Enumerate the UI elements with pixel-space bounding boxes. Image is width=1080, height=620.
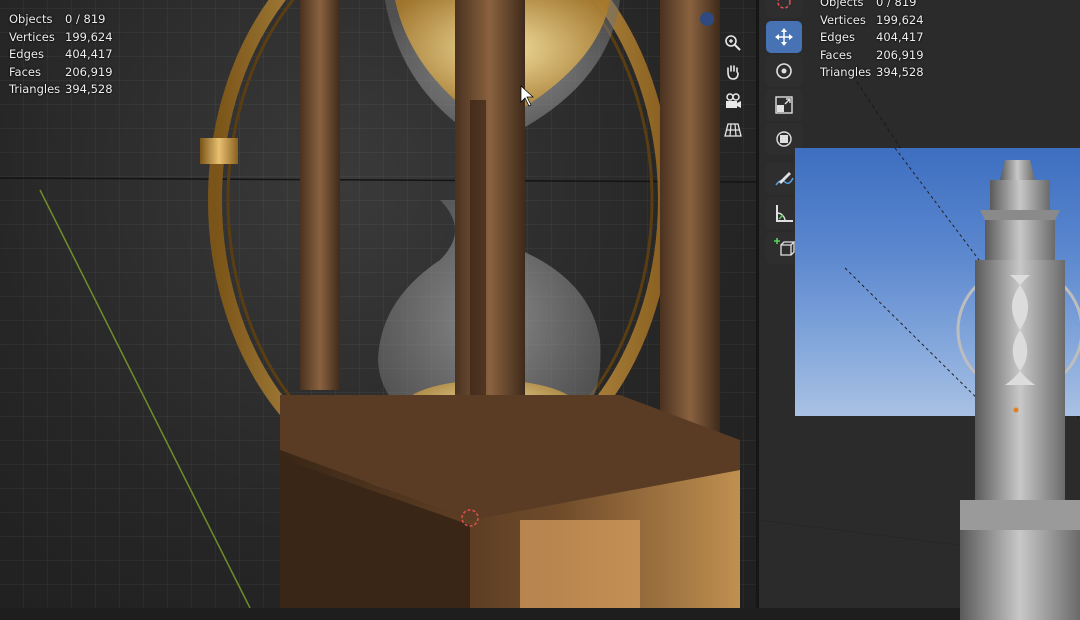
main-3d-viewport[interactable]: Objects 0 / 819 Vertices 199,624 Edges 404,… bbox=[0, 0, 756, 608]
stat-row-faces: Faces 206,919 bbox=[9, 64, 113, 79]
zoom-icon[interactable] bbox=[721, 31, 745, 55]
stat-row-triangles: Triangles 394,528 bbox=[820, 65, 924, 79]
hourglass-tower-render bbox=[0, 0, 756, 608]
stat-row-edges: Edges 404,417 bbox=[820, 30, 924, 44]
stat-row-edges: Edges 404,417 bbox=[9, 47, 113, 61]
hand-pan-icon[interactable] bbox=[721, 60, 745, 84]
scale-icon[interactable] bbox=[766, 89, 802, 121]
grid-view-icon[interactable] bbox=[721, 118, 745, 142]
axis-gizmo-dot[interactable] bbox=[700, 12, 714, 26]
stat-row-vertices: Vertices 199,624 bbox=[9, 29, 113, 44]
rotate-icon[interactable] bbox=[766, 55, 802, 87]
stat-row-objects: Objects 0 / 819 bbox=[820, 0, 917, 9]
stat-row-objects: Objects 0 / 819 bbox=[9, 12, 106, 26]
stat-row-faces: Faces 206,919 bbox=[820, 47, 924, 62]
tower-model-preview bbox=[956, 160, 1080, 620]
secondary-scene-stats-overlay: Objects 0 / 819 Vertices 199,624 Edges 404,… bbox=[820, 0, 924, 82]
scene-stats-overlay: Objects 0 / 819 Vertices 199,624 Edges 404,… bbox=[9, 11, 113, 99]
move-icon[interactable] bbox=[766, 21, 802, 53]
stat-row-triangles: Triangles 394,528 bbox=[9, 82, 113, 96]
camera-icon[interactable] bbox=[721, 89, 745, 113]
select-cursor-icon[interactable] bbox=[766, 0, 802, 18]
stat-row-vertices: Vertices 199,624 bbox=[820, 12, 924, 27]
